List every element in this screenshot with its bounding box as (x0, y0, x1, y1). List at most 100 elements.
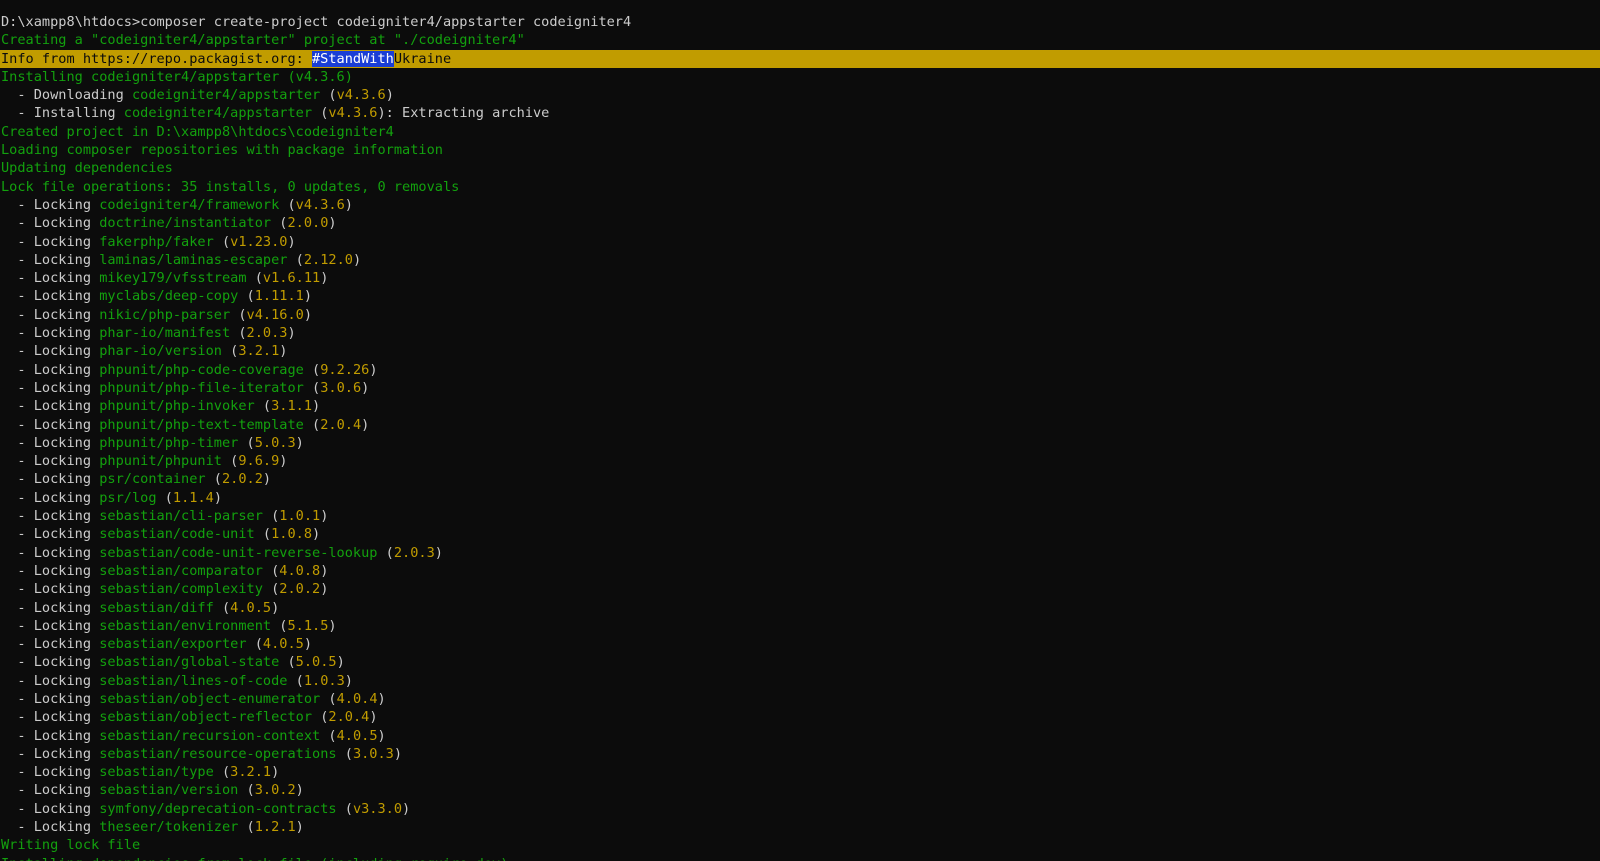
terminal-line: Installing dependencies from lock file (… (0, 855, 1600, 861)
terminal-text: ) (393, 745, 403, 762)
terminal-text: sebastian/object-enumerator (99, 690, 321, 707)
terminal-text: ) (369, 361, 378, 378)
terminal-text: ) (336, 654, 345, 671)
terminal-text: ) (320, 508, 329, 525)
terminal-text: sebastian/cli-parser (99, 508, 263, 525)
terminal-text: sebastian/global-state (99, 654, 280, 671)
terminal-text: 5.0.3 (254, 434, 296, 451)
terminal-text: - Locking (1, 562, 100, 579)
terminal-text: ( (271, 215, 288, 232)
terminal-line: - Locking sebastian/version (3.0.2) (0, 781, 1600, 799)
terminal-text: myclabs/deep-copy (99, 288, 239, 305)
terminal-text: - Locking (1, 233, 100, 250)
terminal-line: - Locking sebastian/object-reflector (2.… (0, 708, 1600, 726)
terminal-text: 1.0.1 (279, 508, 321, 525)
terminal-text: - Locking (1, 727, 100, 744)
terminal-text: - Locking (1, 544, 100, 561)
terminal-line: - Locking sebastian/exporter (4.0.5) (0, 635, 1600, 653)
terminal-text: ) (312, 526, 321, 543)
terminal-text: sebastian/code-unit (99, 526, 255, 543)
terminal-text: - Locking (1, 764, 100, 781)
terminal-text: ) (295, 819, 304, 836)
terminal-text: - Locking (1, 453, 100, 470)
terminal-text: 2.0.3 (246, 325, 288, 342)
terminal-text: v4.3.6 (336, 87, 386, 104)
terminal-line: - Locking sebastian/recursion-context (4… (0, 727, 1600, 745)
terminal-text: ): Extracting archive (377, 105, 550, 122)
terminal-text: phpunit/php-text-template (99, 416, 304, 433)
terminal-text: ( (377, 544, 394, 561)
terminal-text: ( (303, 416, 321, 433)
terminal-line: - Locking phpunit/php-text-template (2.0… (0, 416, 1600, 434)
terminal-text: - Locking (1, 508, 100, 525)
terminal-text: sebastian/environment (99, 617, 272, 634)
terminal-text: 3.0.3 (352, 745, 394, 762)
terminal-text: v1.23.0 (230, 233, 288, 250)
terminal-text: Info from https://repo.packagist.org: (1, 50, 312, 67)
terminal-text: - Locking (1, 617, 100, 634)
terminal-text: 4.0.5 (230, 599, 272, 616)
terminal-text: ( (320, 727, 337, 744)
terminal-line: - Locking phar-io/manifest (2.0.3) (0, 324, 1600, 342)
terminal-text: sebastian/diff (99, 599, 214, 616)
terminal-text: ) (402, 800, 411, 817)
terminal-text: ( (213, 599, 231, 616)
terminal-text: - Locking (1, 654, 100, 671)
terminal-window[interactable]: D:\xampp8\htdocs>composer create-project… (0, 0, 1600, 861)
terminal-text: doctrine/instantiator (99, 215, 272, 232)
terminal-text: 2.0.2 (222, 471, 263, 488)
terminal-text: sebastian/recursion-context (99, 727, 321, 744)
terminal-line: - Locking sebastian/global-state (5.0.5) (0, 653, 1600, 671)
terminal-text: phpunit/phpunit (99, 453, 222, 470)
terminal-text: - Locking (1, 343, 100, 360)
terminal-line: - Downloading codeigniter4/appstarter (v… (0, 86, 1600, 104)
terminal-line: - Locking phpunit/php-invoker (3.1.1) (0, 397, 1600, 415)
terminal-text: 4.0.5 (262, 636, 304, 653)
selected-text: #StandWith (312, 50, 394, 67)
terminal-text: sebastian/version (99, 782, 239, 799)
terminal-line: - Installing codeigniter4/appstarter (v4… (0, 104, 1600, 122)
terminal-text: ( (303, 379, 321, 396)
terminal-text: 5.0.5 (295, 654, 337, 671)
terminal-line: - Locking phpunit/phpunit (9.6.9) (0, 452, 1600, 470)
terminal-line: - Locking sebastian/lines-of-code (1.0.3… (0, 672, 1600, 690)
terminal-text: 5.1.5 (287, 617, 329, 634)
terminal-text: codeigniter4/framework (99, 196, 280, 213)
terminal-text: nikic/php-parser (99, 306, 231, 323)
terminal-text: ( (246, 636, 263, 653)
terminal-line: Writing lock file (0, 836, 1600, 854)
terminal-text: - Locking (1, 251, 100, 268)
terminal-line: - Locking sebastian/resource-operations … (0, 745, 1600, 763)
terminal-text: ( (279, 654, 296, 671)
terminal-text: ( (336, 745, 353, 762)
terminal-text: ) (295, 434, 304, 451)
terminal-text: - Locking (1, 782, 100, 799)
terminal-info-banner: Info from https://repo.packagist.org: #S… (0, 49, 1600, 68)
terminal-text: - Locking (1, 709, 100, 726)
terminal-text: 1.0.8 (271, 526, 313, 543)
terminal-text: ( (303, 361, 321, 378)
terminal-text: ( (287, 672, 304, 689)
terminal-text: v4.3.6 (328, 105, 378, 122)
terminal-line: - Locking phpunit/php-timer (5.0.3) (0, 434, 1600, 452)
terminal-text: 4.0.4 (336, 690, 378, 707)
terminal-line: Loading composer repositories with packa… (0, 141, 1600, 159)
terminal-text: 4.0.5 (336, 727, 378, 744)
terminal-text: ( (230, 306, 247, 323)
terminal-line: - Locking psr/container (2.0.2) (0, 470, 1600, 488)
terminal-text: ) (279, 453, 288, 470)
terminal-text: codeigniter4/appstarter (123, 105, 313, 122)
terminal-text: sebastian/resource-operations (99, 745, 337, 762)
terminal-text: - Locking (1, 196, 100, 213)
terminal-text: - Locking (1, 379, 100, 396)
terminal-text: ( (221, 453, 239, 470)
terminal-text: sebastian/type (99, 764, 214, 781)
terminal-text: ( (279, 196, 296, 213)
terminal-text: ) (287, 325, 296, 342)
terminal-line: - Locking nikic/php-parser (v4.16.0) (0, 306, 1600, 324)
terminal-line: - Locking sebastian/code-unit-reverse-lo… (0, 544, 1600, 562)
terminal-text: ) (279, 343, 288, 360)
terminal-text: ) (312, 398, 321, 415)
terminal-text: ( (238, 819, 255, 836)
terminal-text: codeigniter4/appstarter (131, 87, 321, 104)
